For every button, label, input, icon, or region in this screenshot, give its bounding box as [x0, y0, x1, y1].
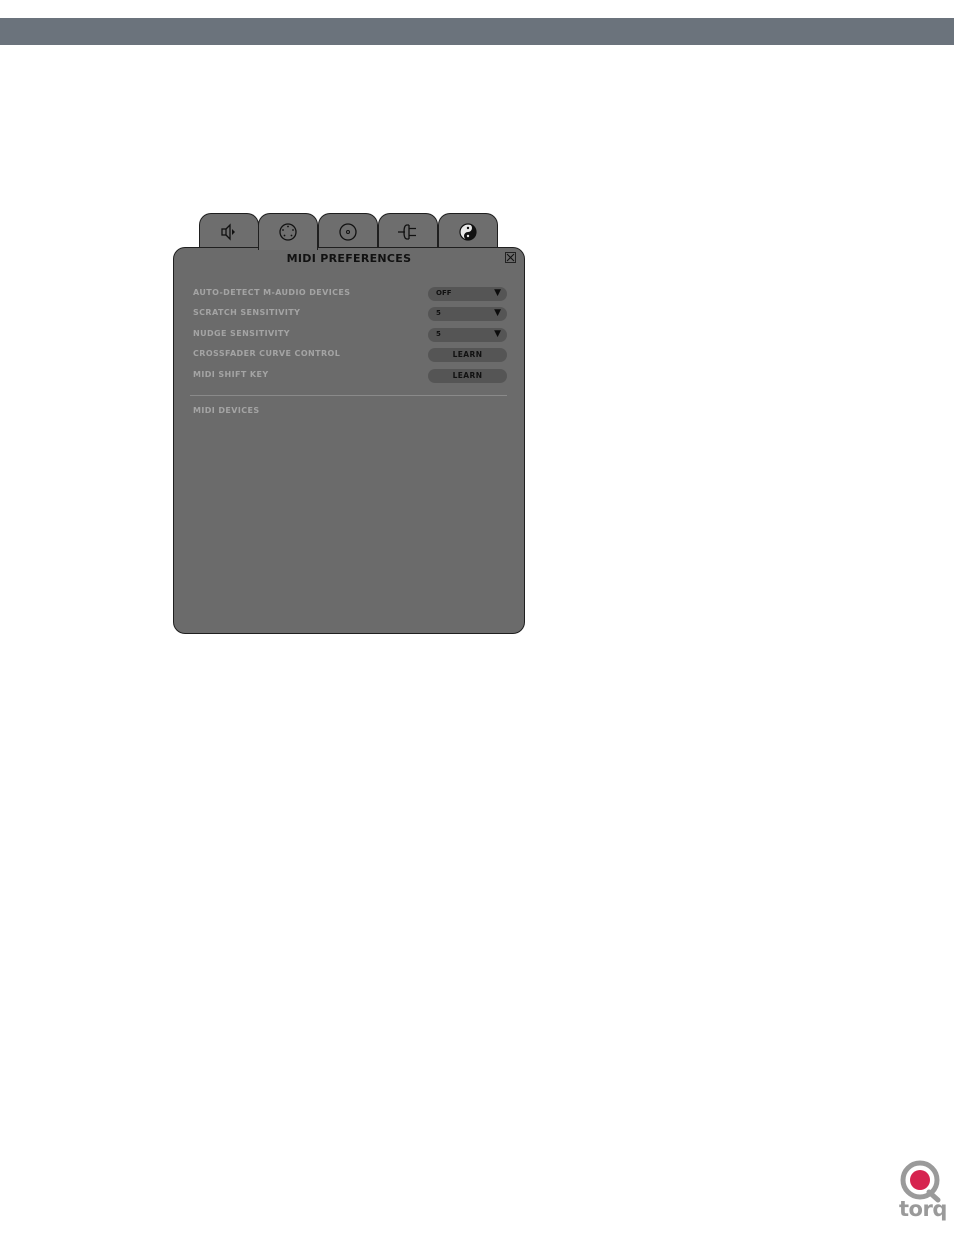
torq-logo: torq	[896, 1158, 947, 1224]
midi-port-icon	[279, 223, 297, 241]
nudge-sensitivity-dropdown[interactable]: 5 ▼	[428, 328, 507, 342]
header-band	[0, 18, 954, 45]
midi-preferences-panel: MIDI PREFERENCES AUTO-DETECT M-AUDIO DEV…	[173, 247, 525, 634]
setting-row-nudge-sensitivity: NUDGE SENSITIVITY 5 ▼	[193, 328, 508, 342]
setting-label: AUTO-DETECT M-AUDIO DEVICES	[193, 288, 351, 297]
divider	[190, 395, 507, 396]
logo-text: torq	[899, 1197, 947, 1221]
tab-audio[interactable]	[199, 213, 259, 249]
tab-cd[interactable]	[318, 213, 378, 249]
dropdown-value: OFF	[436, 289, 452, 297]
setting-row-auto-detect: AUTO-DETECT M-AUDIO DEVICES OFF ▼	[193, 287, 508, 301]
setting-row-scratch-sensitivity: SCRATCH SENSITIVITY 5 ▼	[193, 307, 508, 321]
speaker-icon	[221, 222, 235, 241]
plug-icon	[398, 223, 416, 240]
panel-title: MIDI PREFERENCES	[286, 252, 412, 265]
midi-shift-learn-button[interactable]: LEARN	[428, 369, 507, 383]
dropdown-arrow-icon: ▼	[494, 329, 501, 339]
setting-row-crossfader-curve: CROSSFADER CURVE CONTROL LEARN	[193, 348, 508, 362]
tab-plugins[interactable]	[378, 213, 438, 249]
preferences-tabs	[199, 213, 499, 250]
dropdown-arrow-icon: ▼	[494, 308, 501, 318]
dropdown-arrow-icon: ▼	[494, 288, 501, 298]
yin-yang-icon	[459, 222, 477, 241]
setting-row-midi-shift-key: MIDI SHIFT KEY LEARN	[193, 369, 508, 383]
scratch-sensitivity-dropdown[interactable]: 5 ▼	[428, 307, 507, 321]
manual-page: MIDI PREFERENCES AUTO-DETECT M-AUDIO DEV…	[0, 0, 954, 1235]
crossfader-learn-button[interactable]: LEARN	[428, 348, 507, 362]
cd-icon	[339, 222, 357, 241]
tab-skins[interactable]	[438, 213, 498, 249]
dropdown-value: 5	[436, 330, 441, 338]
tab-midi[interactable]	[258, 213, 318, 250]
setting-label: SCRATCH SENSITIVITY	[193, 308, 301, 317]
midi-devices-label: MIDI DEVICES	[193, 406, 260, 415]
setting-label: NUDGE SENSITIVITY	[193, 329, 290, 338]
close-button[interactable]	[505, 252, 516, 263]
auto-detect-dropdown[interactable]: OFF ▼	[428, 287, 507, 301]
setting-label: CROSSFADER CURVE CONTROL	[193, 349, 341, 358]
setting-label: MIDI SHIFT KEY	[193, 370, 269, 379]
close-icon	[506, 253, 515, 262]
dropdown-value: 5	[436, 309, 441, 317]
